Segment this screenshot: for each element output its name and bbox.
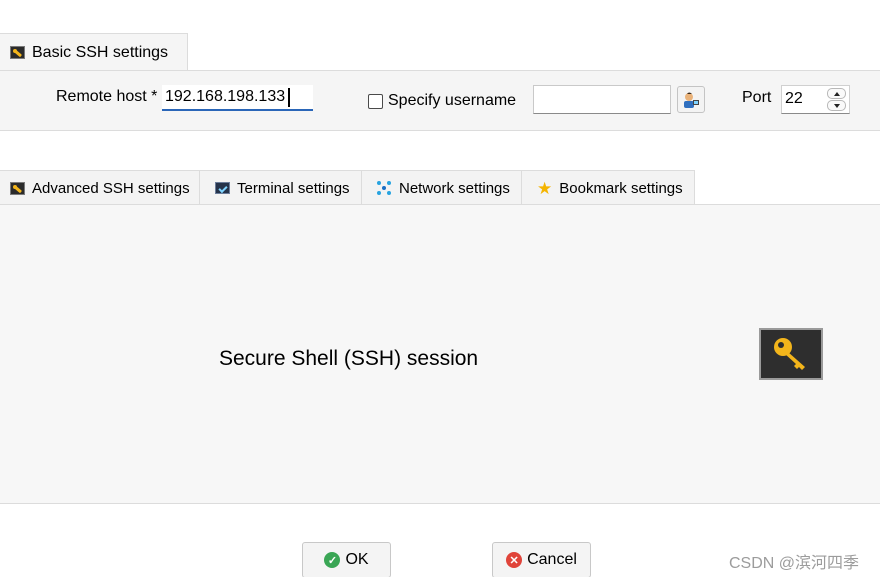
remote-host-label: Remote host * (56, 88, 158, 105)
tab-advanced-ssh-settings-label: Advanced SSH settings (32, 179, 190, 197)
port-decrement-button[interactable] (827, 100, 846, 111)
arrow-up-icon (833, 91, 840, 96)
tab-network-settings[interactable]: Network settings (362, 170, 522, 205)
port-label: Port (742, 89, 772, 106)
network-icon (376, 180, 392, 196)
port-value[interactable]: 22 (785, 90, 803, 108)
tab-basic-ssh-settings-label: Basic SSH settings (32, 43, 169, 61)
watermark: CSDN @滨河四季 (729, 555, 860, 572)
tab-terminal-settings-label: Terminal settings (237, 179, 350, 197)
session-type-title: Secure Shell (SSH) session (219, 347, 479, 370)
star-icon: ★ (537, 178, 553, 198)
specify-username-label[interactable]: Specify username (388, 92, 516, 110)
port-spinbox[interactable]: 22 (781, 85, 850, 114)
user-icon (684, 92, 699, 108)
remote-host-input[interactable] (162, 85, 313, 111)
text-caret (288, 88, 290, 107)
specify-username-checkbox[interactable] (368, 94, 383, 109)
close-icon: ✕ (506, 552, 523, 568)
basic-settings-panel: Remote host * Specify username Port 22 (0, 70, 880, 131)
tab-terminal-settings[interactable]: Terminal settings (200, 170, 362, 205)
ssh-key-icon (10, 181, 25, 195)
tab-bookmark-settings-label: Bookmark settings (559, 179, 683, 197)
cancel-button-label: Cancel (527, 551, 577, 568)
key-icon (759, 328, 823, 380)
settings-tabs: Advanced SSH settings Terminal settings … (0, 170, 695, 205)
username-input[interactable] (533, 85, 671, 114)
ok-button[interactable]: ✓ OK (302, 542, 391, 577)
tab-advanced-ssh-settings[interactable]: Advanced SSH settings (0, 170, 200, 205)
tab-network-settings-label: Network settings (399, 179, 510, 197)
arrow-down-icon (833, 103, 840, 108)
tab-bookmark-settings[interactable]: ★ Bookmark settings (522, 170, 695, 205)
ssh-key-icon (10, 46, 25, 59)
tab-basic-ssh-settings[interactable]: Basic SSH settings (0, 33, 188, 71)
checkmark-icon: ✓ (324, 552, 341, 568)
cancel-button[interactable]: ✕ Cancel (492, 542, 591, 577)
session-panel: Secure Shell (SSH) session (0, 204, 880, 504)
ok-button-label: OK (345, 551, 369, 568)
port-increment-button[interactable] (827, 88, 846, 99)
terminal-icon (215, 182, 230, 194)
user-picker-button[interactable] (677, 86, 705, 113)
